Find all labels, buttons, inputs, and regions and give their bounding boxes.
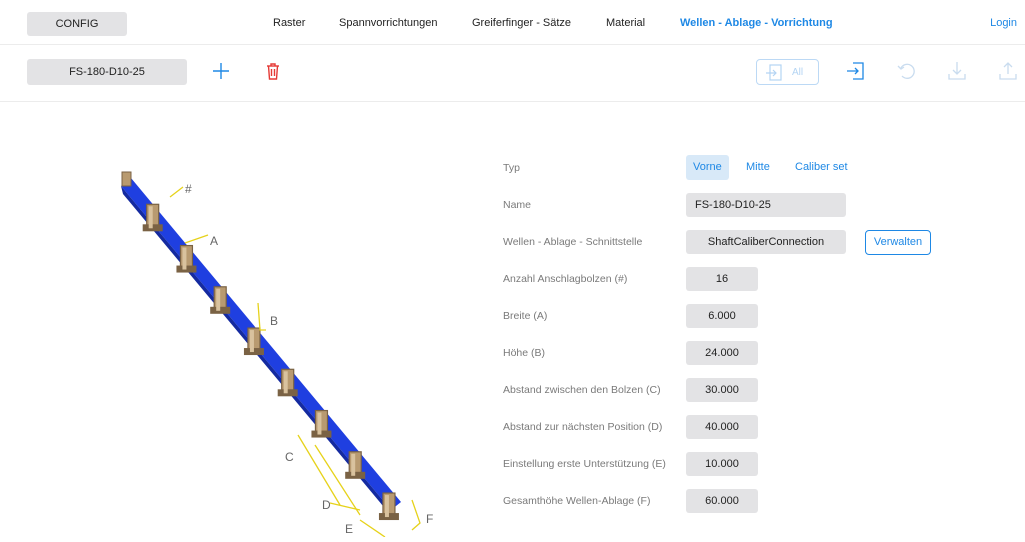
bolt-highlight [148,206,153,229]
nav-greiferfinger-saetze[interactable]: Greiferfinger - Sätze [472,17,571,29]
dim-label-b: B [270,314,278,328]
field-abstand-bolzen[interactable]: 30.000 [686,378,758,402]
dim-line-b [257,302,266,331]
bolt-highlight [317,412,322,435]
row-label-gesamthoehe: Gesamthöhe Wellen-Ablage (F) [503,495,651,507]
field-erste-unterstuetzung[interactable]: 10.000 [686,452,758,476]
plus-icon[interactable] [209,59,233,83]
caliber-3d-preview[interactable]: # A B C D E F [90,165,460,538]
row-label-hoehe: Höhe (B) [503,347,546,359]
dim-label-c: C [285,450,294,464]
field-bolzen[interactable]: 16 [686,267,758,291]
row-label-breite: Breite (A) [503,310,548,322]
dim-line-d [329,502,361,511]
download-icon[interactable] [945,59,969,83]
row-label-erste-unterstuetzung: Einstellung erste Unterstützung (E) [503,458,666,470]
config-button[interactable]: CONFIG [27,12,127,36]
bolt-highlight [216,288,221,311]
undo-icon[interactable] [895,59,919,83]
name-field[interactable]: FS-180-D10-25 [686,193,846,217]
dim-label-a: A [210,234,218,248]
dim-line-e [359,519,386,538]
bolt-base [311,430,332,438]
toolbar: FS-180-D10-25 All [0,44,1025,102]
dim-label-d: D [322,498,331,512]
field-breite[interactable]: 6.000 [686,304,758,328]
top-navigation: CONFIG Raster Spannvorrichtungen Greifer… [0,0,1025,45]
field-hoehe[interactable]: 24.000 [686,341,758,365]
dim-label-e: E [345,522,353,536]
all-label: All [792,67,804,78]
name-label: Name [503,199,532,211]
trash-icon[interactable] [261,59,285,83]
dim-line-f [411,499,421,531]
field-gesamthoehe[interactable]: 60.000 [686,489,758,513]
bolt-base [277,389,298,397]
import-all-icon [766,64,782,81]
nav-raster[interactable]: Raster [273,17,305,29]
bolt-highlight [384,495,389,518]
import-all-button[interactable]: All [756,59,819,85]
typ-label: Typ [503,162,520,174]
config-selector[interactable]: FS-180-D10-25 [27,59,187,85]
bolt-highlight [182,247,187,270]
row-label-bolzen: Anzahl Anschlagbolzen (#) [503,273,628,285]
typ-option-vorne[interactable]: Vorne [686,155,729,180]
typ-option-mitte[interactable]: Mitte [746,155,770,180]
export-icon[interactable] [996,59,1020,83]
dim-line-hash [169,186,184,198]
row-label-abstand-bolzen: Abstand zwischen den Bolzen (C) [503,384,661,396]
bolt-highlight [283,371,288,394]
rail-end-cap [121,171,132,187]
login-link[interactable]: Login [990,17,1017,29]
dim-line-a [184,234,209,244]
typ-option-caliber-set[interactable]: Caliber set [795,155,848,180]
nav-material[interactable]: Material [606,17,645,29]
nav-spannvorrichtungen[interactable]: Spannvorrichtungen [339,17,437,29]
bolt-highlight [351,453,356,476]
verwalten-button[interactable]: Verwalten [865,230,931,255]
import-icon[interactable] [844,59,868,83]
interface-label: Wellen - Ablage - Schnittstelle [503,236,643,248]
row-label-abstand-position: Abstand zur nächsten Position (D) [503,421,663,433]
bolt-base [243,348,264,356]
dim-label-f: F [426,512,433,526]
rail-model: # A B C DE F [121,171,433,538]
field-abstand-position[interactable]: 40.000 [686,415,758,439]
dim-label-hash: # [185,182,192,196]
bolt-highlight [249,330,254,353]
nav-wellen-ablage-vorrichtung[interactable]: Wellen - Ablage - Vorrichtung [680,17,833,29]
interface-field[interactable]: ShaftCaliberConnection [686,230,846,254]
